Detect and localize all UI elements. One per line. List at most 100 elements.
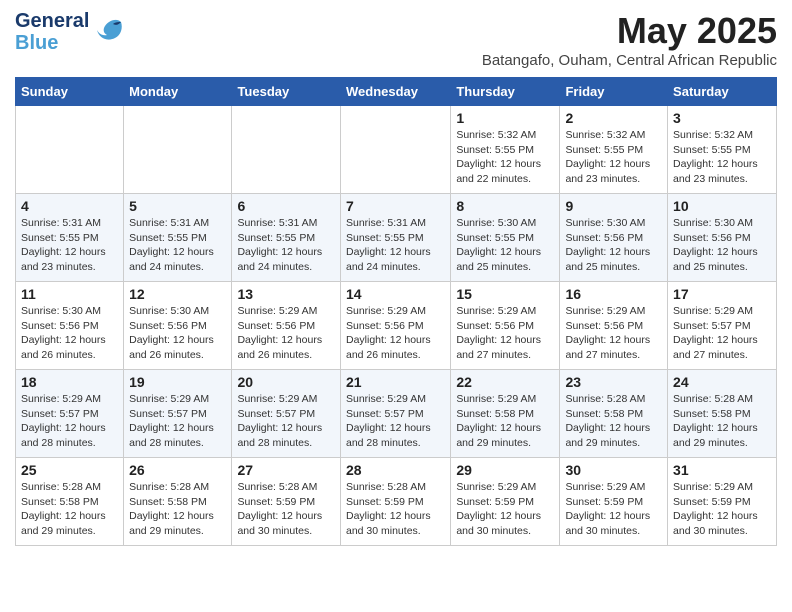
calendar-cell: 9 Sunrise: 5:30 AM Sunset: 5:56 PM Daylig… [560,194,668,282]
month-year-title: May 2025 [482,10,777,52]
day-info: Sunrise: 5:28 AM Sunset: 5:58 PM Dayligh… [21,480,118,539]
calendar-week-2: 4 Sunrise: 5:31 AM Sunset: 5:55 PM Daylig… [16,194,777,282]
day-number: 9 [565,198,662,214]
calendar-cell: 11 Sunrise: 5:30 AM Sunset: 5:56 PM Dayli… [16,282,124,370]
calendar-cell: 29 Sunrise: 5:29 AM Sunset: 5:59 PM Dayli… [451,458,560,546]
day-number: 2 [565,110,662,126]
page-header: General Blue May 2025 Batangafo, Ouham, … [15,10,777,69]
day-info: Sunrise: 5:29 AM Sunset: 5:58 PM Dayligh… [456,392,554,451]
day-info: Sunrise: 5:29 AM Sunset: 5:57 PM Dayligh… [346,392,445,451]
calendar-cell: 20 Sunrise: 5:29 AM Sunset: 5:57 PM Dayli… [232,370,341,458]
calendar-week-3: 11 Sunrise: 5:30 AM Sunset: 5:56 PM Dayli… [16,282,777,370]
calendar-cell: 12 Sunrise: 5:30 AM Sunset: 5:56 PM Dayli… [124,282,232,370]
day-info: Sunrise: 5:28 AM Sunset: 5:58 PM Dayligh… [129,480,226,539]
calendar-cell [340,106,450,194]
day-number: 29 [456,462,554,478]
weekday-header-monday: Monday [124,78,232,106]
day-info: Sunrise: 5:30 AM Sunset: 5:56 PM Dayligh… [21,304,118,363]
day-info: Sunrise: 5:28 AM Sunset: 5:58 PM Dayligh… [565,392,662,451]
day-info: Sunrise: 5:30 AM Sunset: 5:56 PM Dayligh… [673,216,771,275]
day-info: Sunrise: 5:29 AM Sunset: 5:57 PM Dayligh… [673,304,771,363]
day-number: 28 [346,462,445,478]
day-info: Sunrise: 5:29 AM Sunset: 5:56 PM Dayligh… [456,304,554,363]
calendar-cell: 13 Sunrise: 5:29 AM Sunset: 5:56 PM Dayli… [232,282,341,370]
calendar-cell: 26 Sunrise: 5:28 AM Sunset: 5:58 PM Dayli… [124,458,232,546]
calendar-cell: 19 Sunrise: 5:29 AM Sunset: 5:57 PM Dayli… [124,370,232,458]
calendar-cell: 27 Sunrise: 5:28 AM Sunset: 5:59 PM Dayli… [232,458,341,546]
day-info: Sunrise: 5:28 AM Sunset: 5:59 PM Dayligh… [237,480,335,539]
day-info: Sunrise: 5:31 AM Sunset: 5:55 PM Dayligh… [346,216,445,275]
day-info: Sunrise: 5:32 AM Sunset: 5:55 PM Dayligh… [565,128,662,187]
day-info: Sunrise: 5:29 AM Sunset: 5:57 PM Dayligh… [21,392,118,451]
day-info: Sunrise: 5:29 AM Sunset: 5:57 PM Dayligh… [237,392,335,451]
calendar-cell: 15 Sunrise: 5:29 AM Sunset: 5:56 PM Dayli… [451,282,560,370]
logo-bird-icon [93,14,125,51]
day-number: 5 [129,198,226,214]
weekday-header-thursday: Thursday [451,78,560,106]
calendar-cell: 30 Sunrise: 5:29 AM Sunset: 5:59 PM Dayli… [560,458,668,546]
calendar-week-1: 1 Sunrise: 5:32 AM Sunset: 5:55 PM Daylig… [16,106,777,194]
logo-general: General [15,10,89,32]
day-number: 31 [673,462,771,478]
weekday-header-wednesday: Wednesday [340,78,450,106]
day-info: Sunrise: 5:30 AM Sunset: 5:55 PM Dayligh… [456,216,554,275]
day-number: 24 [673,374,771,390]
day-info: Sunrise: 5:31 AM Sunset: 5:55 PM Dayligh… [237,216,335,275]
day-info: Sunrise: 5:29 AM Sunset: 5:59 PM Dayligh… [565,480,662,539]
day-info: Sunrise: 5:32 AM Sunset: 5:55 PM Dayligh… [456,128,554,187]
day-info: Sunrise: 5:29 AM Sunset: 5:59 PM Dayligh… [456,480,554,539]
day-info: Sunrise: 5:29 AM Sunset: 5:56 PM Dayligh… [565,304,662,363]
day-info: Sunrise: 5:29 AM Sunset: 5:57 PM Dayligh… [129,392,226,451]
day-number: 13 [237,286,335,302]
day-info: Sunrise: 5:32 AM Sunset: 5:55 PM Dayligh… [673,128,771,187]
weekday-header-friday: Friday [560,78,668,106]
day-info: Sunrise: 5:28 AM Sunset: 5:59 PM Dayligh… [346,480,445,539]
day-number: 19 [129,374,226,390]
day-info: Sunrise: 5:29 AM Sunset: 5:56 PM Dayligh… [237,304,335,363]
calendar-cell: 18Sunrise: 5:29 AM Sunset: 5:57 PM Dayli… [16,370,124,458]
weekday-header-tuesday: Tuesday [232,78,341,106]
calendar-cell: 25 Sunrise: 5:28 AM Sunset: 5:58 PM Dayli… [16,458,124,546]
day-info: Sunrise: 5:30 AM Sunset: 5:56 PM Dayligh… [129,304,226,363]
day-number: 8 [456,198,554,214]
day-number: 20 [237,374,335,390]
calendar-cell: 5 Sunrise: 5:31 AM Sunset: 5:55 PM Daylig… [124,194,232,282]
day-number: 1 [456,110,554,126]
calendar-table: SundayMondayTuesdayWednesdayThursdayFrid… [15,77,777,546]
calendar-cell: 22Sunrise: 5:29 AM Sunset: 5:58 PM Dayli… [451,370,560,458]
calendar-cell [124,106,232,194]
day-number: 30 [565,462,662,478]
day-number: 27 [237,462,335,478]
calendar-cell [232,106,341,194]
day-number: 16 [565,286,662,302]
day-info: Sunrise: 5:29 AM Sunset: 5:59 PM Dayligh… [673,480,771,539]
day-number: 12 [129,286,226,302]
day-number: 21 [346,374,445,390]
day-number: 25 [21,462,118,478]
weekday-header-saturday: Saturday [668,78,777,106]
day-number: 6 [237,198,335,214]
calendar-cell: 10 Sunrise: 5:30 AM Sunset: 5:56 PM Dayli… [668,194,777,282]
day-number: 10 [673,198,771,214]
day-number: 26 [129,462,226,478]
calendar-week-4: 18Sunrise: 5:29 AM Sunset: 5:57 PM Dayli… [16,370,777,458]
day-info: Sunrise: 5:31 AM Sunset: 5:55 PM Dayligh… [21,216,118,275]
day-number: 7 [346,198,445,214]
day-number: 14 [346,286,445,302]
day-info: Sunrise: 5:31 AM Sunset: 5:55 PM Dayligh… [129,216,226,275]
calendar-header: SundayMondayTuesdayWednesdayThursdayFrid… [16,78,777,106]
calendar-cell: 16 Sunrise: 5:29 AM Sunset: 5:56 PM Dayli… [560,282,668,370]
calendar-cell: 8 Sunrise: 5:30 AM Sunset: 5:55 PM Daylig… [451,194,560,282]
day-number: 15 [456,286,554,302]
day-number: 3 [673,110,771,126]
day-info: Sunrise: 5:29 AM Sunset: 5:56 PM Dayligh… [346,304,445,363]
calendar-cell: 17Sunrise: 5:29 AM Sunset: 5:57 PM Dayli… [668,282,777,370]
day-info: Sunrise: 5:30 AM Sunset: 5:56 PM Dayligh… [565,216,662,275]
logo-blue: Blue [15,32,89,54]
calendar-cell: 24Sunrise: 5:28 AM Sunset: 5:58 PM Dayli… [668,370,777,458]
calendar-cell: 3 Sunrise: 5:32 AM Sunset: 5:55 PM Daylig… [668,106,777,194]
day-number: 11 [21,286,118,302]
calendar-cell: 2 Sunrise: 5:32 AM Sunset: 5:55 PM Daylig… [560,106,668,194]
day-number: 4 [21,198,118,214]
calendar-cell: 14 Sunrise: 5:29 AM Sunset: 5:56 PM Dayli… [340,282,450,370]
